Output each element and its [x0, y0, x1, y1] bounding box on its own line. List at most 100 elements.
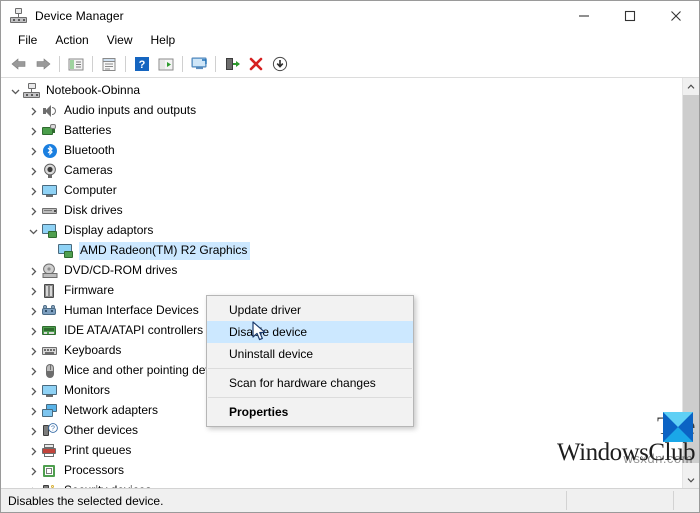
chevron-right-icon[interactable]: [25, 141, 41, 161]
help-icon[interactable]: ?: [130, 53, 154, 75]
chevron-right-icon[interactable]: [25, 201, 41, 221]
toolbar-separator: [215, 56, 216, 72]
menu-file[interactable]: File: [9, 31, 46, 50]
chevron-down-icon[interactable]: [7, 81, 23, 101]
computer-root-icon: [23, 83, 41, 99]
tree-item-label: Disk drives: [64, 203, 123, 217]
tree-item-processors[interactable]: Processors: [1, 461, 682, 481]
disable-device-icon[interactable]: [268, 53, 292, 75]
chevron-right-icon[interactable]: [25, 361, 41, 381]
chevron-right-icon[interactable]: [25, 321, 41, 341]
firmware-icon: [41, 283, 59, 299]
context-menu-item-update-driver[interactable]: Update driver: [207, 299, 413, 321]
context-menu-item-properties[interactable]: Properties: [207, 401, 413, 423]
svg-text:?: ?: [139, 59, 146, 71]
enable-device-icon[interactable]: [220, 53, 244, 75]
context-menu-separator: [208, 368, 412, 369]
tree-item-amd-radeon-tm-r2-graphics[interactable]: AMD Radeon(TM) R2 Graphics: [1, 241, 682, 261]
chevron-right-icon[interactable]: [25, 261, 41, 281]
ide-controller-icon: [41, 323, 59, 339]
mouse-icon: [41, 363, 59, 379]
tree-item-label: Print queues: [64, 443, 132, 457]
tree-item-label: Batteries: [64, 123, 112, 137]
chevron-right-icon[interactable]: [25, 461, 41, 481]
tree-item-label: Monitors: [64, 383, 111, 397]
status-bar: Disables the selected device.: [1, 488, 699, 512]
title-bar: Device Manager: [1, 1, 699, 30]
tree-item-label: Processors: [64, 463, 125, 477]
chevron-right-icon[interactable]: [25, 281, 41, 301]
tree-item-audio-inputs-and-outputs[interactable]: Audio inputs and outputs: [1, 101, 682, 121]
chevron-right-icon[interactable]: [25, 421, 41, 441]
dvd-drive-icon: [41, 263, 59, 279]
vertical-scrollbar[interactable]: [682, 78, 699, 488]
context-menu-item-scan-for-hardware-changes[interactable]: Scan for hardware changes: [207, 372, 413, 394]
tree-item-disk-drives[interactable]: Disk drives: [1, 201, 682, 221]
toolbar-separator: [59, 56, 60, 72]
tree-item-label: Keyboards: [64, 343, 122, 357]
chevron-right-icon[interactable]: [25, 481, 41, 488]
tree-item-display-adaptors[interactable]: Display adaptors: [1, 221, 682, 241]
scroll-down-arrow-icon[interactable]: [683, 471, 699, 488]
update-driver-icon[interactable]: [187, 53, 211, 75]
menu-help[interactable]: Help: [142, 31, 185, 50]
chevron-right-icon[interactable]: [25, 181, 41, 201]
chevron-right-icon[interactable]: [25, 301, 41, 321]
tree-item-print-queues[interactable]: Print queues: [1, 441, 682, 461]
tree-item-bluetooth[interactable]: Bluetooth: [1, 141, 682, 161]
chevron-right-icon[interactable]: [25, 101, 41, 121]
tree-item-dvd-cd-rom-drives[interactable]: DVD/CD-ROM drives: [1, 261, 682, 281]
context-menu-separator: [208, 397, 412, 398]
menu-bar: File Action View Help: [1, 30, 699, 51]
chevron-right-icon[interactable]: [25, 121, 41, 141]
minimize-button[interactable]: [561, 1, 607, 30]
chevron-right-icon[interactable]: [25, 441, 41, 461]
device-tree[interactable]: Notebook-Obinna Audio inputs and outputs: [1, 78, 682, 488]
chevron-down-icon[interactable]: [25, 221, 41, 241]
tree-item-cameras[interactable]: Cameras: [1, 161, 682, 181]
toolbar: ?: [1, 51, 699, 78]
other-device-icon: ?: [41, 423, 59, 439]
scan-for-hardware-changes-icon[interactable]: [154, 53, 178, 75]
tree-item-computer[interactable]: Computer: [1, 181, 682, 201]
tree-item-label: IDE ATA/ATAPI controllers: [64, 323, 204, 337]
window-title: Device Manager: [35, 8, 124, 23]
context-menu-item-uninstall-device[interactable]: Uninstall device: [207, 343, 413, 365]
scroll-up-arrow-icon[interactable]: [683, 78, 699, 95]
status-text: Disables the selected device.: [8, 493, 164, 508]
tree-item-label: Audio inputs and outputs: [64, 103, 197, 117]
context-menu[interactable]: Update driver Disable device Uninstall d…: [206, 295, 414, 427]
menu-view[interactable]: View: [98, 31, 142, 50]
close-button[interactable]: [653, 1, 699, 30]
context-menu-item-disable-device[interactable]: Disable device: [207, 321, 413, 343]
chevron-right-icon[interactable]: [25, 341, 41, 361]
chevron-right-icon[interactable]: [25, 381, 41, 401]
toolbar-separator: [92, 56, 93, 72]
chevron-right-icon[interactable]: [25, 401, 41, 421]
back-icon[interactable]: [7, 53, 31, 75]
uninstall-device-icon[interactable]: [244, 53, 268, 75]
tree-item-label: Computer: [64, 183, 117, 197]
tree-item-label: Notebook-Obinna: [46, 83, 141, 97]
forward-icon[interactable]: [31, 53, 55, 75]
camera-icon: [41, 163, 59, 179]
menu-action[interactable]: Action: [46, 31, 97, 50]
svg-text:?: ?: [51, 426, 55, 433]
tree-item-security-devices[interactable]: Security devices: [1, 481, 682, 488]
tree-item-label: Display adaptors: [64, 223, 154, 237]
tree-item-label: Network adapters: [64, 403, 159, 417]
show-hide-console-tree-icon[interactable]: [64, 53, 88, 75]
properties-icon[interactable]: [97, 53, 121, 75]
display-adapter-icon: [41, 223, 59, 239]
tree-item-root[interactable]: Notebook-Obinna: [1, 81, 682, 101]
monitor-icon: [41, 383, 59, 399]
chevron-right-icon[interactable]: [25, 161, 41, 181]
tree-item-label: Cameras: [64, 163, 113, 177]
scrollbar-thumb[interactable]: [683, 95, 699, 463]
tree-item-label: Human Interface Devices: [64, 303, 199, 317]
status-bar-divider: [673, 491, 674, 510]
tree-item-batteries[interactable]: Batteries: [1, 121, 682, 141]
status-bar-divider: [566, 491, 567, 510]
maximize-button[interactable]: [607, 1, 653, 30]
device-manager-window: Device Manager File Action View Help ? N…: [0, 0, 700, 513]
